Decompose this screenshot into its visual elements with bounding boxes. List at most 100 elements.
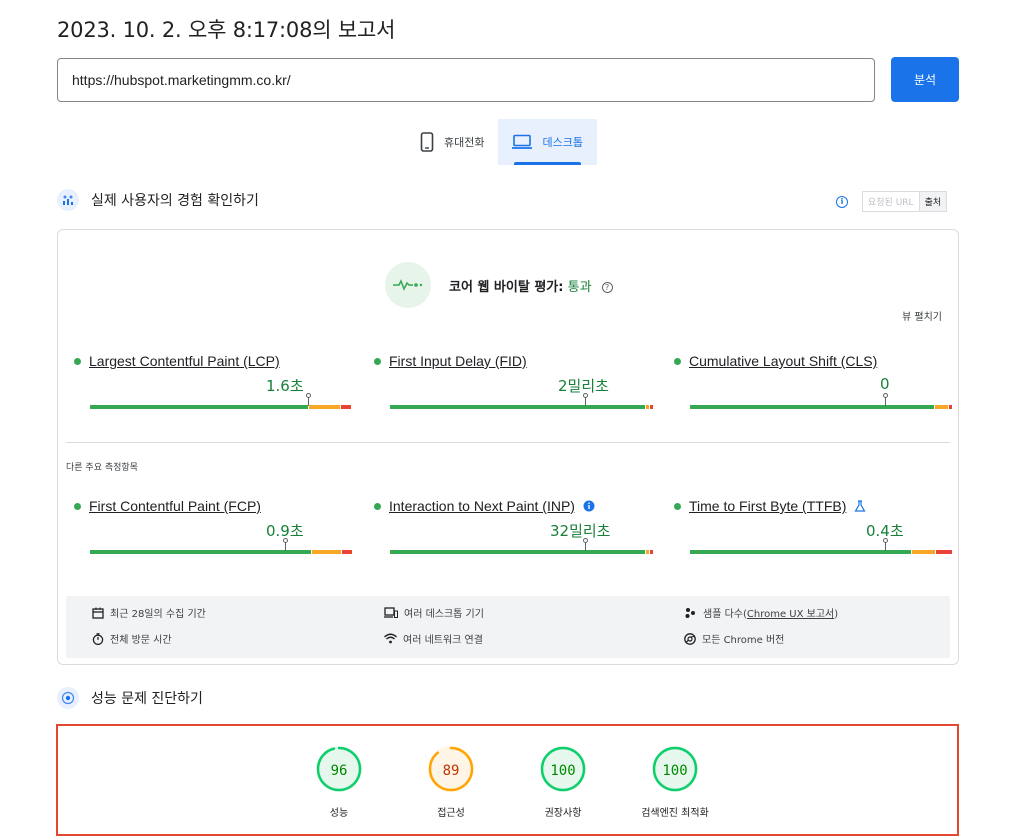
- info-icon[interactable]: i: [836, 195, 848, 208]
- metric-cls: Cumulative Layout Shift (CLS) 0: [674, 353, 952, 409]
- metric-distribution: [690, 550, 952, 554]
- distribution-good: [90, 405, 308, 409]
- good-dot-icon: [374, 502, 381, 510]
- condition-text: ): [834, 609, 839, 620]
- distribution-poor: [949, 405, 952, 409]
- score-value: 96: [330, 763, 348, 779]
- collection-conditions: 최근 28일의 수집 기간 여러 데스크톱 기기 샘플 다수(Chrome UX…: [66, 596, 950, 658]
- metric-name[interactable]: First Contentful Paint (FCP): [89, 498, 261, 514]
- distribution-poor: [650, 405, 653, 409]
- condition-text: 여러 네트워크 연결: [403, 635, 483, 646]
- metric-name[interactable]: Cumulative Layout Shift (CLS): [689, 353, 877, 369]
- distribution-good: [390, 550, 645, 554]
- field-section-title: 실제 사용자의 경험 확인하기: [91, 193, 259, 209]
- tab-mobile[interactable]: 휴대전화: [406, 119, 498, 165]
- field-section-header: 실제 사용자의 경험 확인하기: [57, 189, 259, 211]
- score-best-practices[interactable]: 100 권장사항: [513, 746, 613, 819]
- crux-report-link[interactable]: Chrome UX 보고서: [747, 609, 834, 620]
- score-label: 접근성: [437, 808, 465, 819]
- distribution-poor: [650, 550, 653, 554]
- condition-text: 전체 방문 시간: [110, 635, 172, 646]
- report-title: 2023. 10. 2. 오후 8:17:08의 보고서: [57, 18, 396, 42]
- condition-devices: 여러 데스크톱 기기: [384, 605, 484, 620]
- distribution-needs-improvement: [309, 405, 340, 409]
- condition-duration: 전체 방문 시간: [92, 631, 172, 646]
- metric-distribution: [390, 405, 653, 409]
- p75-marker: [583, 538, 588, 551]
- field-data-card: 코어 웹 바이탈 평가: 통과 ? 뷰 펼치기 Largest Contentf…: [57, 229, 959, 665]
- score-gauge-ring: 96: [316, 746, 362, 792]
- score-gauge-ring: 100: [540, 746, 586, 792]
- distribution-needs-improvement: [646, 550, 649, 554]
- condition-text: 샘플 다수(: [703, 609, 747, 620]
- desktop-icon: [512, 134, 533, 149]
- tab-mobile-label: 휴대전화: [444, 136, 485, 149]
- metric-distribution: [90, 550, 352, 554]
- metric-name[interactable]: First Input Delay (FID): [389, 353, 527, 369]
- p75-marker: [583, 393, 588, 406]
- metric-name[interactable]: Largest Contentful Paint (LCP): [89, 353, 280, 369]
- good-dot-icon: [674, 357, 681, 365]
- score-value: 100: [550, 763, 576, 779]
- score-value: 100: [662, 763, 688, 779]
- condition-chrome: 모든 Chrome 버전: [684, 631, 784, 646]
- distribution-needs-improvement: [935, 405, 948, 409]
- device-tabs: 휴대전화 데스크톱: [406, 119, 597, 165]
- diagnose-section-title: 성능 문제 진단하기: [91, 691, 203, 707]
- distribution-poor: [342, 550, 352, 554]
- distribution-poor: [936, 550, 952, 554]
- score-performance[interactable]: 96 성능: [289, 746, 389, 819]
- distribution-good: [390, 405, 645, 409]
- flask-icon[interactable]: [854, 500, 866, 512]
- score-gauge-ring: 89: [428, 746, 474, 792]
- p75-marker: [883, 538, 888, 551]
- distribution-good: [690, 550, 911, 554]
- users-chart-icon: [57, 189, 79, 211]
- condition-samples: 샘플 다수(Chrome UX 보고서): [684, 605, 838, 620]
- distribution-good: [90, 550, 311, 554]
- metric-fcp: First Contentful Paint (FCP) 0.9초: [74, 498, 352, 554]
- score-label: 권장사항: [544, 808, 582, 819]
- source-chip[interactable]: 출처: [918, 191, 948, 212]
- good-dot-icon: [674, 502, 681, 510]
- cwv-result: 통과: [567, 279, 592, 295]
- metric-value: 0: [880, 375, 890, 393]
- calendar-icon: [92, 607, 104, 619]
- distribution-needs-improvement: [646, 405, 649, 409]
- info-icon[interactable]: [583, 500, 595, 512]
- score-seo[interactable]: 100 검색엔진 최적화: [625, 746, 725, 819]
- distribution-needs-improvement: [312, 550, 341, 554]
- analyze-button[interactable]: 분석: [891, 57, 959, 102]
- wifi-icon: [384, 633, 397, 644]
- url-chip[interactable]: 요청된 URL: [862, 191, 920, 212]
- tab-desktop[interactable]: 데스크톱: [498, 119, 597, 165]
- score-label: 검색엔진 최적화: [641, 808, 709, 819]
- metric-fid: First Input Delay (FID) 2밀리초: [374, 353, 653, 409]
- good-dot-icon: [374, 357, 381, 365]
- devices-icon: [384, 606, 398, 618]
- cwv-assessment: 코어 웹 바이탈 평가: 통과 ?: [385, 262, 613, 308]
- cwv-label: 코어 웹 바이탈 평가:: [449, 279, 564, 295]
- lighthouse-scores: 96 성능 89 접근성 100 권장사항 100 검색엔진 최적화: [56, 724, 959, 836]
- pulse-icon: [385, 262, 431, 308]
- metric-name[interactable]: Time to First Byte (TTFB): [689, 498, 846, 514]
- tab-desktop-label: 데스크톱: [542, 136, 583, 149]
- url-input[interactable]: [57, 58, 875, 102]
- score-accessibility[interactable]: 89 접근성: [401, 746, 501, 819]
- expand-view-link[interactable]: 뷰 펼치기: [902, 308, 942, 323]
- metric-name[interactable]: Interaction to Next Paint (INP): [389, 498, 575, 514]
- good-dot-icon: [74, 502, 81, 510]
- other-metrics-label: 다른 주요 측정항목: [66, 463, 138, 473]
- score-value: 89: [442, 763, 460, 779]
- help-icon[interactable]: ?: [601, 281, 613, 293]
- distribution-needs-improvement: [912, 550, 935, 554]
- divider: [66, 442, 950, 443]
- mobile-icon: [420, 132, 434, 152]
- metric-distribution: [90, 405, 351, 409]
- score-gauge-ring: 100: [652, 746, 698, 792]
- metric-inp: Interaction to Next Paint (INP) 32밀리초: [374, 498, 653, 554]
- target-icon: [57, 687, 79, 709]
- p75-marker: [283, 538, 288, 551]
- distribution-good: [690, 405, 934, 409]
- metric-value: 32밀리초: [550, 522, 611, 540]
